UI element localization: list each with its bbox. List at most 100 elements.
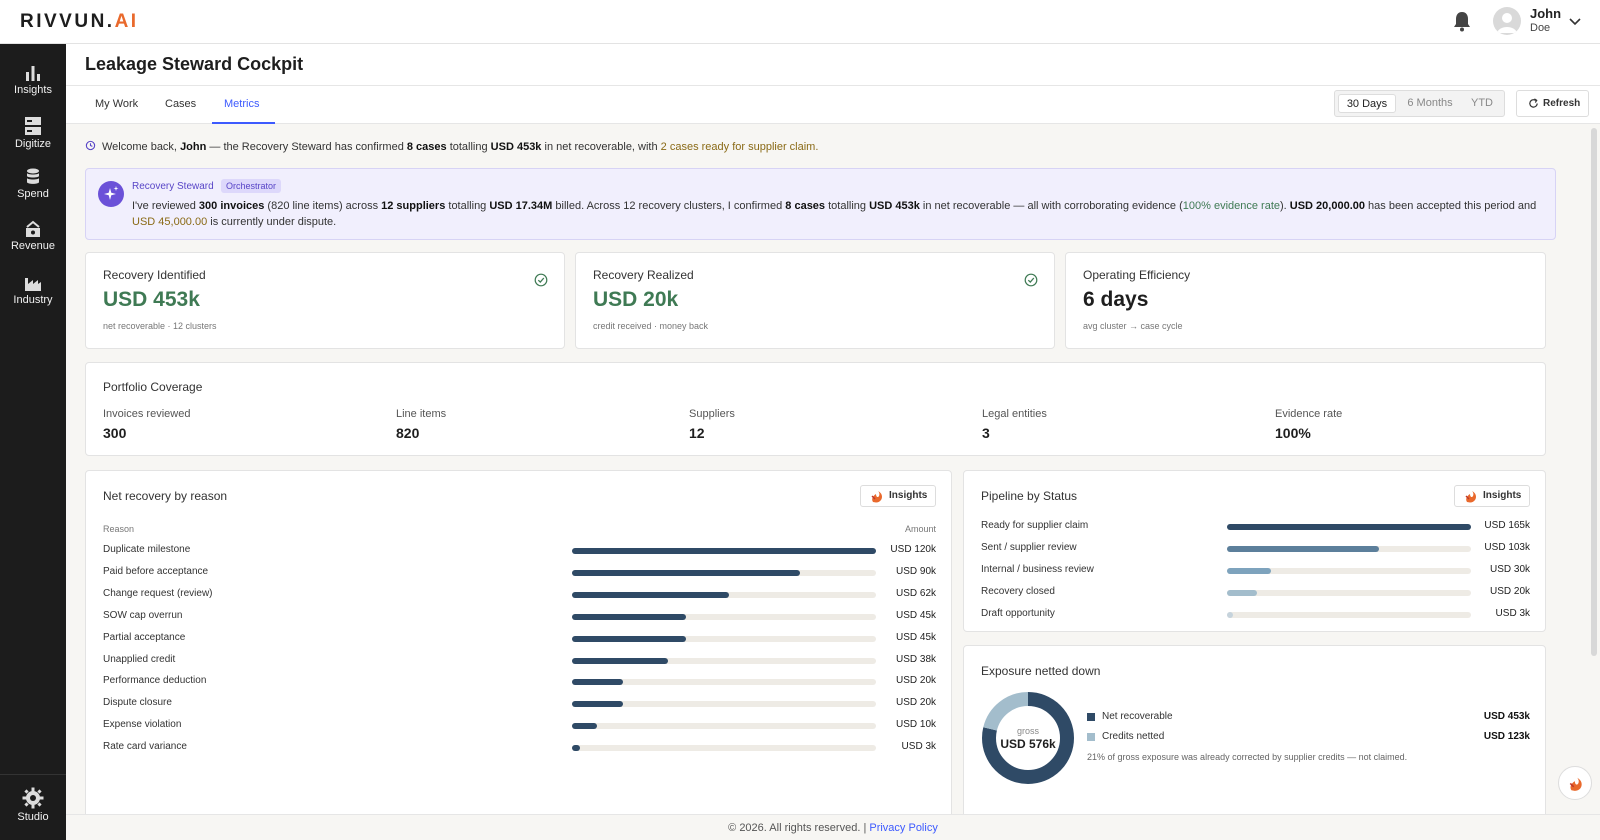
privacy-policy-link[interactable]: Privacy Policy (869, 822, 937, 834)
bar-chart-icon (26, 66, 40, 81)
refresh-button[interactable]: Refresh (1516, 90, 1589, 117)
bar-track (1227, 589, 1471, 596)
bar[interactable] (1227, 567, 1272, 574)
kpi-value: 6 days (1083, 288, 1149, 311)
welcome-ready-cases[interactable]: 2 cases ready for supplier claim. (661, 141, 819, 153)
bar[interactable] (572, 723, 598, 730)
sidebar-item-insights[interactable]: Insights (0, 64, 66, 96)
bar[interactable] (572, 701, 623, 708)
legend-swatch-net-recoverable (1087, 713, 1095, 721)
orchestrator-badge: Orchestrator (221, 179, 282, 193)
logo-text: RIVVUN. (20, 11, 115, 32)
active-tab-indicator (212, 122, 275, 124)
steward-text: billed. Across 12 recovery clusters, I c… (552, 200, 786, 212)
insights-button[interactable]: Insights (1454, 485, 1530, 507)
range-6-months[interactable]: 6 Months (1399, 94, 1461, 113)
steward-billed: USD 17.34M (489, 200, 553, 212)
bar[interactable] (1227, 524, 1471, 530)
bar-value-label: USD 45k (895, 609, 936, 621)
page-title: Leakage Steward Cockpit (85, 54, 304, 74)
bar-value-label: USD 20k (895, 697, 936, 709)
bar[interactable] (572, 569, 800, 576)
sidebar-item-studio[interactable]: Studio (0, 774, 66, 823)
bar-track (572, 613, 876, 620)
bar-track (572, 745, 876, 752)
range-30-days[interactable]: 30 Days (1338, 94, 1396, 113)
steward-text: in net recoverable — all with corroborat… (919, 200, 1183, 212)
kpi-card-recovery-realized: Recovery Realized USD 20k credit receive… (575, 252, 1055, 349)
bar[interactable] (572, 745, 580, 752)
tab-cases[interactable]: Cases (165, 98, 196, 110)
sidebar-item-industry[interactable]: Industry (0, 274, 66, 306)
steward-text: (820 line items) across (264, 200, 382, 212)
bar[interactable] (572, 679, 623, 686)
steward-suppliers: 12 suppliers (381, 200, 446, 212)
range-ytd[interactable]: YTD (1463, 94, 1501, 113)
bar[interactable] (572, 591, 730, 598)
steward-name: Recovery Steward (132, 181, 214, 192)
chevron-down-icon[interactable] (1568, 14, 1582, 28)
tab-my-work[interactable]: My Work (95, 98, 138, 110)
tab-bar: My Work Cases Metrics 30 Days 6 Months Y… (66, 86, 1600, 124)
user-last-name[interactable]: Doe (1530, 22, 1550, 34)
bar[interactable] (572, 635, 686, 642)
factory-icon (25, 278, 41, 291)
bar-track (1227, 567, 1471, 574)
steward-evidence-rate: 100% evidence rate (1182, 200, 1280, 212)
bar-value-label: USD 10k (895, 719, 936, 731)
kpi-card-operating-efficiency: Operating Efficiency 6 days avg cluster … (1065, 252, 1546, 349)
page-header: Leakage Steward Cockpit (66, 44, 1600, 86)
legend-value: USD 453k (1483, 711, 1530, 722)
sidebar-item-label: Spend (17, 188, 49, 200)
bar[interactable] (572, 548, 876, 554)
logo-accent: AI (114, 11, 139, 32)
bar[interactable] (572, 657, 669, 664)
bar-value-label: USD 20k (1489, 585, 1530, 597)
kpi-value: USD 20k (593, 288, 679, 311)
bar-value-label: USD 90k (895, 565, 936, 577)
exposure-note: 21% of gross exposure was already correc… (1087, 752, 1408, 762)
sidebar-item-label: Insights (14, 84, 52, 96)
bar[interactable] (1227, 545, 1380, 552)
bell-icon[interactable] (1452, 10, 1472, 32)
bar[interactable] (1227, 611, 1233, 618)
portfolio-label: Evidence rate (1275, 408, 1343, 420)
bar-value-label: USD 38k (895, 653, 936, 665)
assistant-launcher-button[interactable] (1558, 766, 1592, 800)
user-first-name[interactable]: John (1530, 6, 1561, 21)
sparkle-icon (98, 181, 124, 207)
sidebar: Insights Digitize Spend Revenue Industry… (0, 44, 66, 840)
bar-label: Duplicate milestone (103, 544, 191, 555)
bar-value-label: USD 3k (1495, 607, 1530, 619)
legend-swatch-credits-netted (1087, 733, 1095, 741)
user-avatar-icon[interactable] (1493, 7, 1521, 35)
net-recovery-card: Net recovery by reason Insights Reason A… (85, 470, 952, 840)
bar[interactable] (572, 613, 686, 620)
bar-track (572, 635, 876, 642)
kpi-subtext: net recoverable · 12 clusters (103, 321, 217, 331)
page-scrollbar[interactable] (1591, 128, 1597, 656)
bar-label: Paid before acceptance (103, 565, 209, 577)
bar-value-label: USD 30k (1489, 563, 1530, 575)
bar[interactable] (1227, 589, 1257, 596)
check-circle-icon (534, 273, 548, 287)
sidebar-item-revenue[interactable]: Revenue (0, 220, 66, 252)
insights-label: Insights (1483, 490, 1522, 501)
bar-label: Performance deduction (103, 675, 207, 687)
steward-summary-card: Recovery Steward Orchestrator I've revie… (85, 168, 1556, 240)
bar-label: Recovery closed (981, 585, 1055, 597)
sidebar-item-digitize[interactable]: Digitize (0, 116, 66, 150)
main-content: Leakage Steward Cockpit My Work Cases Me… (66, 44, 1600, 840)
portfolio-label: Suppliers (689, 408, 735, 420)
welcome-text: — the Recovery Steward has confirmed (206, 141, 407, 153)
exposure-title: Exposure netted down (981, 664, 1101, 678)
app-logo[interactable]: RIVVUN.AI (20, 11, 139, 33)
sidebar-item-spend[interactable]: Spend (0, 168, 66, 200)
welcome-name: John (180, 141, 207, 153)
tab-metrics[interactable]: Metrics (224, 98, 259, 110)
insights-button[interactable]: Insights (860, 485, 936, 507)
column-header-reason: Reason (103, 524, 135, 534)
bar-value-label: USD 3k (901, 741, 936, 753)
kpi-value: USD 453k (103, 288, 200, 311)
bar-label: SOW cap overrun (103, 609, 183, 621)
